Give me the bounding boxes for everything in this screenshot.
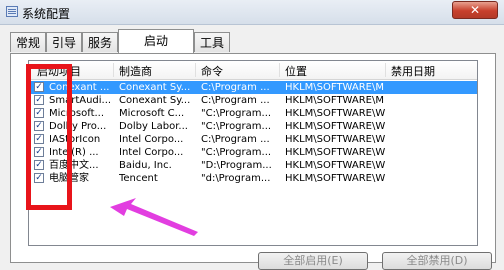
enable-all-button[interactable]: 全部启用(E) — [258, 252, 368, 270]
tab-startup[interactable]: 启动 — [118, 29, 194, 53]
disable-all-button[interactable]: 全部禁用(D) — [382, 252, 492, 270]
annotation-arrow-icon — [110, 198, 198, 236]
